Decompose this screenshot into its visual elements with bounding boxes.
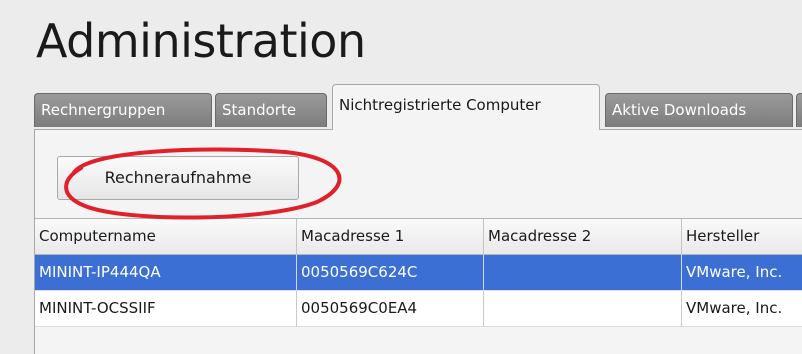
computer-table: Computername Macadresse 1 Macadresse 2 H… [35,218,802,327]
column-header-macadresse-1[interactable]: Macadresse 1 [297,219,484,255]
page-title: Administration [36,14,366,68]
rechneraufnahme-button[interactable]: Rechneraufnahme [57,156,299,200]
cell-macadresse-2 [484,255,682,291]
table-row[interactable]: MININT-OCSSIIF 0050569C0EA4 VMware, Inc. [35,291,802,327]
column-header-computername[interactable]: Computername [35,219,297,255]
cell-computername: MININT-OCSSIIF [35,291,297,327]
tab-standorte[interactable]: Standorte [215,93,327,127]
cell-hersteller: VMware, Inc. [686,263,783,281]
tab-aktive-downloads[interactable]: Aktive Downloads [605,93,793,127]
cell-computername: MININT-IP444QA [35,255,297,291]
cell-hersteller: VMware, Inc. [686,299,783,317]
tab-panel: Rechneraufnahme Computername Macadresse … [34,129,802,354]
cell-macadresse-1: 0050569C0EA4 [297,291,484,327]
table-row[interactable]: MININT-IP444QA 0050569C624C VMware, Inc. [35,255,802,291]
cell-macadresse-2 [484,291,682,327]
tab-nichtregistrierte-computer[interactable]: Nichtregistrierte Computer [332,84,600,130]
column-header-hersteller[interactable]: Hersteller [682,219,802,255]
tab-bar: Rechnergruppen Standorte Nichtregistrier… [34,84,802,130]
cell-macadresse-1: 0050569C624C [297,255,484,291]
column-header-macadresse-2[interactable]: Macadresse 2 [484,219,682,255]
tab-overflow[interactable] [796,93,802,127]
table-header-row: Computername Macadresse 1 Macadresse 2 H… [35,219,802,255]
tab-rechnergruppen[interactable]: Rechnergruppen [34,93,212,127]
